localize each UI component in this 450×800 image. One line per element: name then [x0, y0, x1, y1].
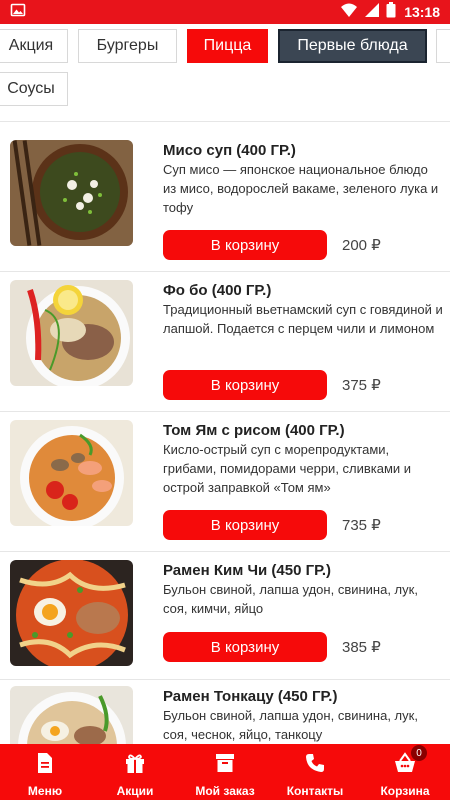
archive-box-icon: [214, 752, 236, 779]
product-image-miso: [10, 140, 133, 246]
phone-icon: [304, 752, 326, 779]
document-icon: [34, 752, 56, 779]
category-chip-burgers[interactable]: Бургеры: [78, 29, 177, 63]
product-description: Суп мисо — японское национальное блюдо и…: [163, 162, 439, 215]
category-chip-first-courses[interactable]: Первые блюда: [278, 29, 427, 63]
product-price: 385 ₽: [342, 639, 381, 656]
nav-my-order[interactable]: Мой заказ: [180, 744, 270, 800]
product-price: 200 ₽: [342, 237, 381, 254]
product-image-pho: [10, 280, 133, 386]
category-chip-next[interactable]: [436, 29, 450, 63]
bottom-navigation: Меню Акции Мой заказ Контакты 0 Корзина: [0, 744, 450, 800]
product-title: Рамен Ким Чи (450 ГР.): [163, 562, 331, 579]
product-image-tom-yum: [10, 420, 133, 526]
product-title: Фо бо (400 ГР.): [163, 282, 272, 299]
category-chip-sauces[interactable]: Соусы: [0, 72, 68, 106]
status-time: 13:18: [404, 4, 440, 20]
add-to-cart-button[interactable]: В корзину: [163, 370, 327, 400]
category-chip-akcia[interactable]: Акция: [0, 29, 68, 63]
status-bar: 13:18: [0, 0, 450, 24]
cart-count-badge: 0: [411, 745, 427, 761]
nav-label: Акции: [116, 784, 154, 798]
gift-icon: [124, 752, 146, 779]
product-card: Фо бо (400 ГР.) Традиционный вьетнамский…: [0, 272, 450, 412]
product-card: Рамен Ким Чи (450 ГР.) Бульон свиной, ла…: [0, 552, 450, 680]
product-card: Мисо суп (400 ГР.) Суп мисо — японское н…: [0, 122, 450, 272]
battery-icon: [386, 1, 396, 23]
product-description: Традиционный вьетнамский суп с говядиной…: [163, 302, 443, 336]
nav-label: Мой заказ: [195, 784, 255, 798]
product-description: Бульон свиной, лапша удон, свинина, лук,…: [163, 708, 418, 742]
wifi-icon: [340, 2, 358, 23]
product-price: 735 ₽: [342, 517, 381, 534]
nav-label: Контакты: [286, 784, 344, 798]
add-to-cart-button[interactable]: В корзину: [163, 510, 327, 540]
product-title: Том Ям с рисом (400 ГР.): [163, 422, 345, 439]
nav-menu[interactable]: Меню: [0, 744, 90, 800]
product-price: 375 ₽: [342, 377, 381, 394]
product-title: Мисо суп (400 ГР.): [163, 142, 296, 159]
nav-promotions[interactable]: Акции: [90, 744, 180, 800]
product-description: Кисло-острый суп с морепродуктами, гриба…: [163, 442, 412, 495]
product-card: Том Ям с рисом (400 ГР.) Кисло-острый су…: [0, 412, 450, 552]
nav-label: Меню: [27, 784, 63, 798]
nav-contacts[interactable]: Контакты: [270, 744, 360, 800]
category-chip-pizza[interactable]: Пицца: [187, 29, 268, 63]
product-title: Рамен Тонкацу (450 ГР.): [163, 688, 338, 705]
add-to-cart-button[interactable]: В корзину: [163, 632, 327, 662]
product-description: Бульон свиной, лапша удон, свинина, лук,…: [163, 582, 418, 616]
product-image-ramen-kimchi: [10, 560, 133, 666]
add-to-cart-button[interactable]: В корзину: [163, 230, 327, 260]
nav-label: Корзина: [380, 784, 430, 798]
nav-cart[interactable]: 0 Корзина: [360, 744, 450, 800]
image-notification-icon: [10, 2, 26, 23]
signal-icon: [364, 2, 380, 23]
